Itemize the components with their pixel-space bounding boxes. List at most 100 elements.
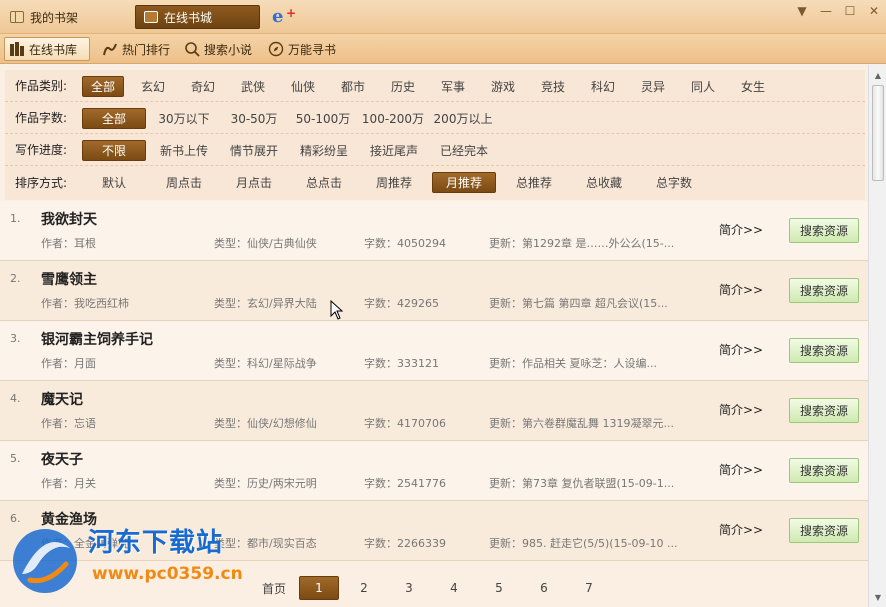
category-option[interactable]: 游戏	[482, 76, 524, 97]
category-option[interactable]: 奇幻	[182, 76, 224, 97]
page-number[interactable]: 3	[394, 576, 424, 600]
book-row: 4. 魔天记 作者：忘语 类型：仙侠/幻想修仙 字数：4170706 更新：第六…	[0, 381, 868, 441]
toolbar-universal-finder[interactable]: 万能寻书	[264, 37, 340, 61]
sort-option[interactable]: 周点击	[152, 172, 216, 193]
page-number[interactable]: 7	[574, 576, 604, 600]
sort-option-monthly-recommend[interactable]: 月推荐	[432, 172, 496, 193]
book-row: 5. 夜天子 作者：月关 类型：历史/两宋元明 字数：2541776 更新：第7…	[0, 441, 868, 501]
search-resource-button[interactable]: 搜索资源	[789, 338, 859, 363]
scroll-down-icon[interactable]: ▼	[871, 590, 885, 604]
book-intro-link[interactable]: 简介>>	[719, 341, 763, 358]
toolbar-search-novel[interactable]: 搜索小说	[180, 37, 256, 61]
progress-option[interactable]: 已经完本	[432, 140, 496, 161]
close-icon[interactable]: ✕	[862, 0, 886, 22]
maximize-icon[interactable]: ☐	[838, 0, 862, 22]
category-option[interactable]: 玄幻	[132, 76, 174, 97]
page-number[interactable]: 2	[349, 576, 379, 600]
words-option[interactable]: 30-50万	[222, 108, 286, 129]
vertical-scrollbar[interactable]: ▲ ▼	[868, 65, 886, 607]
search-resource-button[interactable]: 搜索资源	[789, 398, 859, 423]
category-option[interactable]: 竞技	[532, 76, 574, 97]
search-resource-button[interactable]: 搜索资源	[789, 518, 859, 543]
page-number[interactable]: 6	[529, 576, 559, 600]
minimize-icon[interactable]: —	[814, 0, 838, 22]
book-update[interactable]: 更新：作品相关 夏咏芝：人设编...	[489, 355, 694, 371]
book-title[interactable]: 黄金渔场	[41, 509, 97, 529]
book-intro-link[interactable]: 简介>>	[719, 401, 763, 418]
tab-my-bookshelf-label: 我的书架	[30, 10, 79, 25]
search-resource-button[interactable]: 搜索资源	[789, 458, 859, 483]
filter-row-words: 作品字数: 全部 30万以下 30-50万 50-100万 100-200万 2…	[5, 102, 865, 134]
toolbar-online-library[interactable]: 在线书库	[4, 37, 90, 61]
category-option[interactable]: 同人	[682, 76, 724, 97]
words-option[interactable]: 100-200万	[360, 108, 426, 129]
book-author: 作者：月关	[41, 477, 96, 490]
page-number[interactable]: 4	[439, 576, 469, 600]
book-index: 4.	[10, 392, 21, 405]
book-type: 类型：仙侠/幻想修仙	[214, 417, 317, 430]
sort-option[interactable]: 总收藏	[572, 172, 636, 193]
book-update[interactable]: 更新：第73章 复仇者联盟(15-09-1...	[489, 475, 694, 491]
book-update[interactable]: 更新：985. 赶走它(5/5)(15-09-10 ...	[489, 535, 694, 551]
category-option[interactable]: 武侠	[232, 76, 274, 97]
category-option[interactable]: 都市	[332, 76, 374, 97]
sort-option[interactable]: 总推荐	[502, 172, 566, 193]
book-title[interactable]: 雪鹰领主	[41, 269, 97, 289]
book-intro-link[interactable]: 简介>>	[719, 221, 763, 238]
toolbar-hot-ranking[interactable]: 热门排行	[98, 37, 174, 61]
book-update[interactable]: 更新：第1292章 是……外公么(15-...	[489, 235, 694, 251]
scroll-up-icon[interactable]: ▲	[871, 68, 885, 82]
words-option[interactable]: 200万以上	[430, 108, 496, 129]
progress-option[interactable]: 接近尾声	[362, 140, 426, 161]
book-intro-link[interactable]: 简介>>	[719, 461, 763, 478]
book-update[interactable]: 更新：第七篇 第四章 超凡会议(15...	[489, 295, 694, 311]
search-resource-button[interactable]: 搜索资源	[789, 218, 859, 243]
sort-option[interactable]: 月点击	[222, 172, 286, 193]
ie-add-icon[interactable]: e +	[272, 6, 296, 27]
book-title[interactable]: 魔天记	[41, 389, 83, 409]
book-intro-link[interactable]: 简介>>	[719, 521, 763, 538]
title-bar: 我的书架 在线书城 e + ▼ — ☐ ✕	[0, 0, 886, 34]
book-index: 6.	[10, 512, 21, 525]
page-current[interactable]: 1	[299, 576, 339, 600]
progress-option[interactable]: 情节展开	[222, 140, 286, 161]
book-intro-link[interactable]: 简介>>	[719, 281, 763, 298]
sort-option[interactable]: 总字数	[642, 172, 706, 193]
progress-option[interactable]: 精彩纷呈	[292, 140, 356, 161]
dropdown-menu-icon[interactable]: ▼	[790, 0, 814, 22]
pagination: 首页 1 2 3 4 5 6 7	[0, 566, 868, 607]
filter-row-sort: 排序方式: 默认 周点击 月点击 总点击 周推荐 月推荐 总推荐 总收藏 总字数	[5, 166, 865, 198]
sort-option[interactable]: 周推荐	[362, 172, 426, 193]
tab-my-bookshelf[interactable]: 我的书架	[2, 5, 112, 29]
category-option[interactable]: 女生	[732, 76, 774, 97]
book-title[interactable]: 夜天子	[41, 449, 83, 469]
sort-option[interactable]: 默认	[82, 172, 146, 193]
words-option[interactable]: 50-100万	[290, 108, 356, 129]
category-option[interactable]: 灵异	[632, 76, 674, 97]
window-controls: ▼ — ☐ ✕	[790, 0, 886, 22]
book-author: 作者：耳根	[41, 237, 96, 250]
search-resource-button[interactable]: 搜索资源	[789, 278, 859, 303]
book-update[interactable]: 更新：第六卷群魔乱舞 1319凝翠元...	[489, 415, 694, 431]
sort-option[interactable]: 总点击	[292, 172, 356, 193]
category-option[interactable]: 军事	[432, 76, 474, 97]
words-option-all[interactable]: 全部	[82, 108, 146, 129]
category-option-all[interactable]: 全部	[82, 76, 124, 97]
scroll-thumb[interactable]	[872, 85, 884, 181]
book-title[interactable]: 我欲封天	[41, 209, 97, 229]
progress-option-unlimited[interactable]: 不限	[82, 140, 146, 161]
category-option[interactable]: 科幻	[582, 76, 624, 97]
book-row: 1. 我欲封天 作者：耳根 类型：仙侠/古典仙侠 字数：4050294 更新：第…	[0, 201, 868, 261]
words-option[interactable]: 30万以下	[152, 108, 216, 129]
category-option[interactable]: 历史	[382, 76, 424, 97]
book-author: 作者：我吃西红柿	[41, 297, 129, 310]
tab-online-bookstore[interactable]: 在线书城	[135, 5, 260, 29]
progress-option[interactable]: 新书上传	[152, 140, 216, 161]
page-first[interactable]: 首页	[256, 576, 292, 600]
book-index: 1.	[10, 212, 21, 225]
category-option[interactable]: 仙侠	[282, 76, 324, 97]
book-title[interactable]: 银河霸主饲养手记	[41, 329, 153, 349]
mouse-cursor-icon	[330, 300, 344, 320]
filter-label-progress: 写作进度:	[15, 143, 68, 157]
page-number[interactable]: 5	[484, 576, 514, 600]
